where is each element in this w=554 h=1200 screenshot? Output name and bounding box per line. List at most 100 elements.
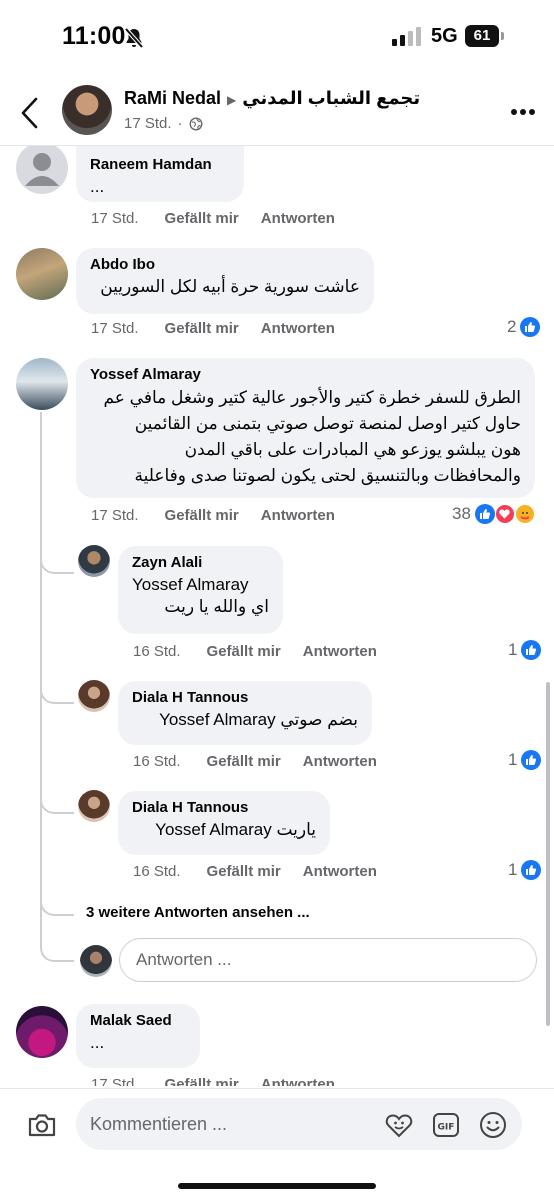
commenter-name[interactable]: Diala H Tannous [132, 689, 358, 706]
reply-button[interactable]: Antworten [261, 210, 335, 227]
status-bar: 11:00 5G 61 [0, 0, 554, 78]
like-button[interactable]: Gefällt mir [165, 210, 239, 227]
author-name[interactable]: RaMi Nedal [124, 88, 221, 108]
reaction-summary[interactable]: 38 [452, 504, 535, 524]
reply-bubble[interactable]: Zayn Alali Yossef Almaray اي والله يا ري… [118, 546, 283, 634]
comment-actions: 17 Std. Gefällt mir Antworten [91, 507, 335, 524]
network-label: 5G [431, 25, 458, 47]
reply-button[interactable]: Antworten [303, 643, 377, 660]
comment-actions: 16 Std. Gefällt mir Antworten [133, 643, 377, 660]
my-avatar [80, 945, 112, 977]
reaction-count: 1 [508, 750, 518, 769]
gif-icon[interactable]: GIF [431, 1110, 461, 1140]
status-time: 11:00 [62, 22, 126, 50]
comment-bubble[interactable]: Abdo Ibo عاشت سورية حرة أبيه لكل السوريي… [76, 248, 374, 314]
like-button[interactable]: Gefällt mir [165, 1076, 239, 1086]
like-reaction-icon [474, 504, 495, 524]
mention-link[interactable]: Yossef Almaray [155, 820, 272, 839]
comment-actions: 16 Std. Gefällt mir Antworten [133, 863, 377, 880]
reply-input[interactable] [120, 939, 536, 981]
reply-button[interactable]: Antworten [303, 753, 377, 770]
comment-actions: 17 Std. Gefällt mir Antworten [91, 210, 335, 227]
reaction-summary[interactable]: 1 [508, 860, 542, 880]
post-time: 17 Std. [124, 115, 172, 132]
commenter-name[interactable]: Raneem Hamdan [90, 156, 230, 173]
post-meta: 17 Std. · [124, 115, 203, 132]
scrollbar[interactable] [546, 682, 550, 1026]
comment-text: ... [90, 1033, 105, 1052]
bell-muted-icon [124, 27, 144, 49]
svg-text:GIF: GIF [438, 1123, 455, 1133]
reply-button[interactable]: Antworten [261, 1076, 335, 1086]
more-options-icon[interactable] [510, 108, 536, 116]
commenter-name[interactable]: Diala H Tannous [132, 799, 316, 816]
comment-time: 17 Std. [91, 1076, 139, 1086]
avatar[interactable] [16, 146, 68, 194]
reply-button[interactable]: Antworten [261, 320, 335, 337]
like-reaction-icon [521, 860, 542, 880]
reply-button[interactable]: Antworten [261, 507, 335, 524]
like-button[interactable]: Gefällt mir [207, 753, 281, 770]
love-reaction-icon [494, 504, 515, 524]
emoji-icon[interactable] [478, 1110, 508, 1140]
author-avatar[interactable] [62, 85, 112, 135]
commenter-name[interactable]: Abdo Ibo [90, 256, 360, 273]
thread-line [40, 412, 42, 944]
reply-text-line: بضم صوتي Yossef Almaray [132, 710, 358, 730]
reaction-summary[interactable]: 1 [508, 750, 542, 770]
comment-text: ... [90, 177, 105, 196]
like-button[interactable]: Gefällt mir [165, 507, 239, 524]
comment-line: حاول كتير اوصل لمنصة توصل صوتي بتمنى من … [134, 414, 521, 433]
reaction-count: 1 [508, 640, 518, 659]
comment-time: 16 Std. [133, 643, 181, 660]
comment-bubble[interactable]: Malak Saed ... [76, 1004, 200, 1068]
like-button[interactable]: Gefällt mir [165, 320, 239, 337]
reply-bubble[interactable]: Diala H Tannous ياريت Yossef Almaray [118, 791, 330, 855]
mention-link[interactable]: Yossef Almaray [132, 575, 269, 595]
comment-box[interactable]: GIF [76, 1098, 522, 1150]
reaction-summary[interactable]: 1 [508, 640, 542, 660]
commenter-name[interactable]: Zayn Alali [132, 554, 269, 571]
care-reaction-icon [514, 504, 535, 524]
comment-text: الطرق للسفر خطرة كتير والأجور عالية كتير… [90, 385, 521, 489]
comment-line: الطرق للسفر خطرة كتير والأجور عالية كتير… [103, 388, 521, 407]
like-button[interactable]: Gefällt mir [207, 643, 281, 660]
comment-time: 17 Std. [91, 320, 139, 337]
comment-text: عاشت سورية حرة أبيه لكل السوريين [100, 277, 360, 296]
reply-bubble[interactable]: Diala H Tannous بضم صوتي Yossef Almaray [118, 681, 372, 745]
reaction-summary[interactable]: 2 [507, 317, 541, 337]
see-more-replies-link[interactable]: 3 weitere Antworten ansehen ... [86, 904, 310, 921]
avatar[interactable] [16, 1006, 68, 1058]
avatar[interactable] [78, 680, 110, 712]
reply-button[interactable]: Antworten [303, 863, 377, 880]
comments-list: Raneem Hamdan ... 17 Std. Gefällt mir Antw… [0, 146, 554, 1086]
avatar-sticker-icon[interactable] [384, 1110, 414, 1140]
group-name[interactable]: تجمع الشباب المدني [242, 88, 420, 108]
thread-branch [40, 686, 74, 704]
avatar[interactable] [16, 248, 68, 300]
commenter-name[interactable]: Malak Saed [90, 1012, 186, 1029]
comment-text: بضم صوتي [280, 710, 358, 729]
comment-bubble[interactable]: Yossef Almaray الطرق للسفر خطرة كتير وال… [76, 358, 535, 498]
comment-bubble[interactable]: Raneem Hamdan ... [76, 146, 244, 202]
camera-icon[interactable] [26, 1109, 58, 1141]
comment-text: ياريت [276, 820, 316, 839]
battery-level: 61 [465, 25, 499, 47]
like-reaction-icon [521, 750, 542, 770]
post-title[interactable]: RaMi Nedal ▶ تجمع الشباب المدني [124, 88, 420, 109]
reaction-count: 2 [507, 317, 517, 336]
signal-icon [392, 27, 421, 46]
like-button[interactable]: Gefällt mir [207, 863, 281, 880]
comment-input[interactable] [76, 1098, 376, 1150]
back-chevron-icon[interactable] [18, 96, 42, 130]
like-reaction-icon [521, 640, 542, 660]
avatar[interactable] [78, 545, 110, 577]
thread-branch [40, 898, 74, 916]
mention-link[interactable]: Yossef Almaray [159, 710, 276, 729]
commenter-name[interactable]: Yossef Almaray [90, 366, 521, 383]
avatar[interactable] [16, 358, 68, 410]
avatar[interactable] [78, 790, 110, 822]
post-header: RaMi Nedal ▶ تجمع الشباب المدني 17 Std. · [0, 78, 554, 146]
arrow-right-icon: ▶ [227, 93, 237, 107]
reply-input-box[interactable] [119, 938, 537, 982]
